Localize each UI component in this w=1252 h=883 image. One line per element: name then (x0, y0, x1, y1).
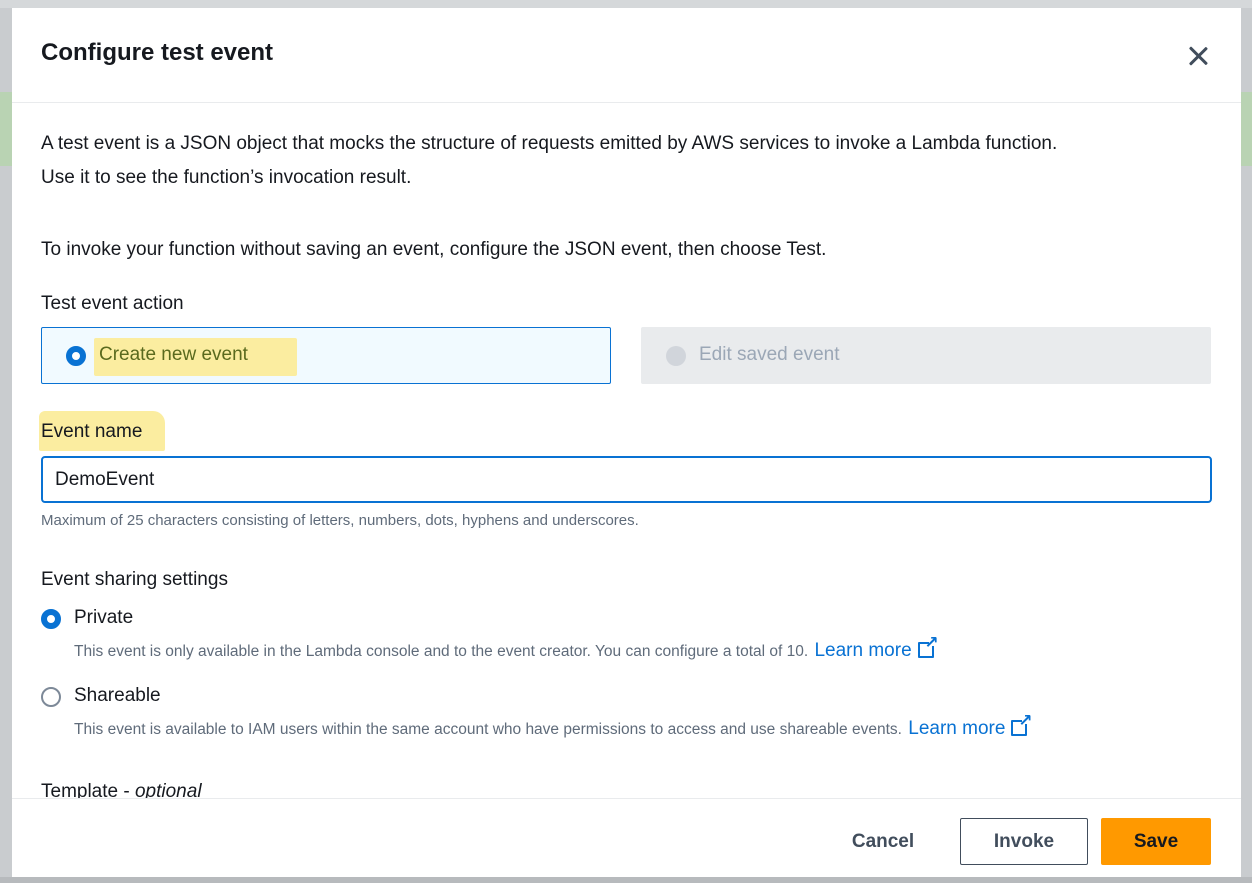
background-banner-right (1241, 92, 1252, 166)
private-label: Private (74, 607, 134, 628)
intro-text: A test event is a JSON object that mocks… (41, 127, 1201, 195)
shareable-description-text: This event is available to IAM users wit… (74, 721, 902, 738)
modal-title: Configure test event (41, 39, 274, 66)
learn-more-text: Learn more (814, 640, 912, 661)
shareable-label: Shareable (74, 685, 161, 706)
learn-more-text: Learn more (908, 718, 1006, 739)
learn-more-link[interactable]: Learn more (814, 634, 939, 661)
private-description: This event is only available in the Lamb… (74, 634, 939, 662)
background-banner-left (0, 92, 12, 166)
external-link-icon (1011, 712, 1032, 736)
configure-test-event-modal: Configure test event A test event is a J… (12, 8, 1241, 877)
invoke-button[interactable]: Invoke (960, 818, 1088, 865)
background-page-bottom (0, 877, 1252, 883)
event-sharing-label: Event sharing settings (41, 569, 228, 590)
private-description-text: This event is only available in the Lamb… (74, 643, 809, 660)
create-new-event-tile[interactable]: Create new event (41, 327, 611, 384)
radio-selected-icon[interactable] (66, 346, 86, 366)
close-icon[interactable] (1182, 40, 1214, 72)
event-name-hint: Maximum of 25 characters consisting of l… (41, 512, 639, 529)
modal-header: Configure test event (12, 8, 1241, 103)
intro-line-2: Use it to see the function’s invocation … (41, 167, 412, 188)
event-name-input[interactable] (41, 456, 1212, 503)
modal-footer: Cancel Invoke Save (12, 798, 1241, 877)
shareable-description: This event is available to IAM users wit… (74, 712, 1032, 740)
radio-unselected-icon[interactable] (41, 687, 61, 707)
intro-line-1: A test event is a JSON object that mocks… (41, 133, 1058, 154)
external-link-icon (917, 634, 939, 658)
edit-saved-event-tile: Edit saved event (641, 327, 1211, 384)
save-button[interactable]: Save (1101, 818, 1211, 865)
create-new-event-label: Create new event (99, 344, 248, 365)
cancel-button[interactable]: Cancel (837, 818, 929, 865)
event-name-label: Event name (41, 421, 143, 442)
test-event-action-label: Test event action (41, 293, 184, 314)
edit-saved-event-label: Edit saved event (699, 344, 840, 365)
background-page (0, 0, 1252, 8)
radio-selected-icon[interactable] (41, 609, 61, 629)
invoke-instructions: To invoke your function without saving a… (41, 239, 827, 260)
learn-more-link[interactable]: Learn more (908, 712, 1032, 739)
radio-disabled-icon (666, 346, 686, 366)
